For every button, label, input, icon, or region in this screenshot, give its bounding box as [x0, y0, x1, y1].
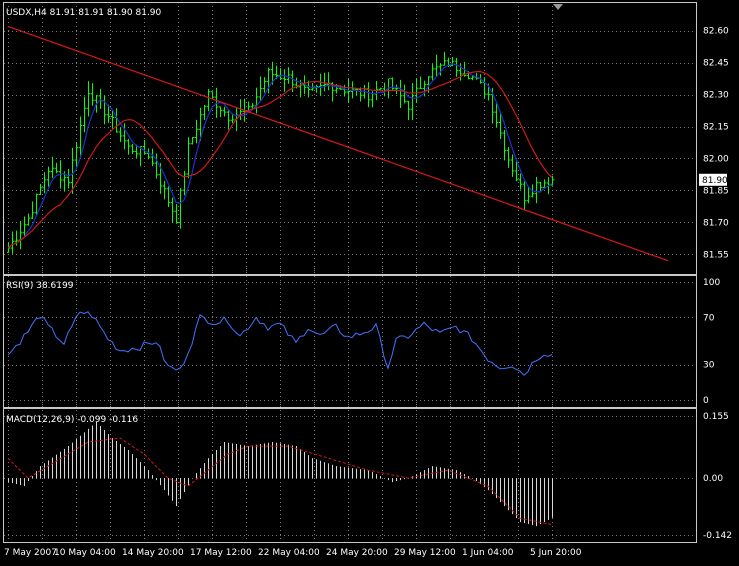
price-tick-label: 81.85	[703, 186, 729, 196]
price-tick-label: 82.60	[703, 27, 729, 37]
macd-tick-label: 0.00	[703, 474, 723, 484]
rsi-panel-title: RSI(9) 38.6199	[6, 281, 74, 291]
macd-tick-label: 0.155	[703, 412, 729, 422]
rsi-tick-label: 100	[703, 278, 720, 288]
time-tick-label: 14 May 20:00	[122, 548, 184, 558]
price-tick-label: 82.15	[703, 123, 729, 133]
time-tick-label: 10 May 04:00	[54, 548, 116, 558]
macd-panel-title: MACD(12,26,9) -0.099 -0.116	[6, 415, 138, 425]
price-tick-label: 82.45	[703, 59, 729, 69]
macd-tick-label: -0.142	[703, 531, 732, 541]
mt4-chart-window[interactable]: 82.60 82.45 82.30 82.15 82.00 81.85 81.70 81.55…	[0, 0, 739, 562]
price-tick-label: 82.00	[703, 154, 729, 164]
current-price-label: 81.90	[702, 176, 728, 186]
time-tick-label: 29 May 12:00	[394, 548, 456, 558]
price-tick-label: 82.30	[703, 91, 729, 101]
time-tick-label: 5 Jun 20:00	[530, 548, 582, 558]
price-panel-title: USDX,H4 81.91 81.91 81.90 81.90	[6, 8, 162, 18]
price-tick-label: 81.55	[703, 250, 729, 260]
rsi-tick-label: 30	[703, 361, 715, 371]
time-tick-label: 7 May 2007	[4, 548, 57, 558]
chart-canvas[interactable]: 82.60 82.45 82.30 82.15 82.00 81.85 81.70 81.55…	[0, 0, 739, 562]
time-tick-label: 1 Jun 04:00	[462, 548, 514, 558]
time-tick-label: 24 May 20:00	[326, 548, 388, 558]
time-tick-label: 17 May 12:00	[190, 548, 252, 558]
time-tick-label: 22 May 04:00	[258, 548, 320, 558]
rsi-tick-label: 0	[703, 396, 709, 406]
price-tick-label: 81.70	[703, 218, 729, 228]
rsi-tick-label: 70	[703, 313, 715, 323]
